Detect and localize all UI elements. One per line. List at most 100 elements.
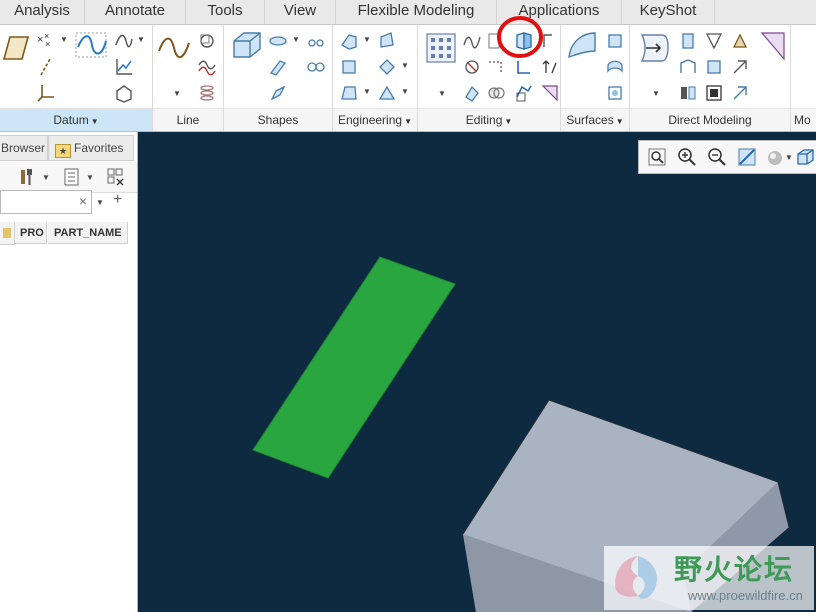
- revolve-icon[interactable]: [268, 31, 288, 51]
- remove-icon[interactable]: [704, 57, 724, 77]
- toolkit-icon[interactable]: [540, 83, 560, 103]
- modify-analytic-icon[interactable]: [704, 31, 724, 51]
- model-scene[interactable]: [138, 132, 816, 612]
- settings-tools-icon[interactable]: [18, 167, 38, 187]
- chevron-down-icon[interactable]: ▼: [401, 87, 409, 96]
- swept-blend-icon[interactable]: [268, 57, 288, 77]
- chevron-down-icon[interactable]: ▼: [137, 35, 145, 44]
- watermark-url: www.proewildfire.cn: [688, 588, 803, 603]
- tab-browser[interactable]: Browser: [0, 135, 48, 161]
- chevron-down-icon[interactable]: ▼: [42, 173, 50, 182]
- sinusoid-curve-icon[interactable]: [157, 31, 191, 65]
- style-icon[interactable]: [605, 83, 625, 103]
- extrude-icon[interactable]: [230, 29, 264, 63]
- refit-icon[interactable]: [647, 147, 667, 167]
- column-header-pro[interactable]: PRO: [15, 222, 47, 244]
- spring-icon[interactable]: [197, 83, 217, 103]
- round-icon[interactable]: [377, 31, 397, 51]
- group-label-line[interactable]: Line: [153, 108, 223, 131]
- edit-chamfer-icon[interactable]: [730, 57, 750, 77]
- flame-logo-icon: [615, 556, 658, 599]
- group-label-datum[interactable]: Datum ▼: [0, 108, 152, 131]
- pattern-recognition-icon[interactable]: [704, 83, 724, 103]
- chevron-down-icon[interactable]: ▼: [86, 173, 94, 182]
- pattern-icon[interactable]: [424, 31, 458, 65]
- sketch-icon[interactable]: [74, 29, 108, 63]
- datum-plane-icon[interactable]: [0, 31, 30, 65]
- clear-search-icon[interactable]: ×: [79, 193, 87, 209]
- group-label-surfaces[interactable]: Surfaces ▼: [561, 108, 629, 131]
- mirror-geometry-icon[interactable]: [678, 83, 698, 103]
- group-direct-modeling: ▼ Direct Modeling: [630, 25, 791, 131]
- datum-point-icon[interactable]: × ××: [36, 31, 56, 51]
- sweep-icon[interactable]: [306, 31, 326, 51]
- saved-orientations-icon[interactable]: [795, 147, 815, 167]
- group-engineering: ▼ ▼ ▼ ▼ Engineering ▼: [333, 25, 418, 131]
- attach-icon[interactable]: [730, 83, 750, 103]
- group-label-truncated[interactable]: Mo: [791, 108, 816, 131]
- graphics-viewport[interactable]: [138, 132, 816, 612]
- add-filter-icon[interactable]: +: [113, 191, 122, 209]
- graph-icon[interactable]: [114, 57, 134, 77]
- group-surfaces: Surfaces ▼: [561, 25, 630, 131]
- group-label-editing[interactable]: Editing ▼: [418, 108, 560, 131]
- freestyle-icon[interactable]: [605, 57, 625, 77]
- circle-tangent-icon[interactable]: [197, 31, 217, 51]
- tree-filter-icon[interactable]: [62, 167, 82, 187]
- group-label-engineering[interactable]: Engineering ▼: [333, 108, 417, 131]
- helical-sweep-icon[interactable]: [306, 57, 326, 77]
- datum-axis-icon[interactable]: [36, 57, 56, 77]
- rib-icon[interactable]: [377, 83, 397, 103]
- tab-view[interactable]: View: [265, 0, 336, 24]
- mirror-icon[interactable]: [462, 31, 482, 51]
- chevron-down-icon[interactable]: ▼: [173, 89, 181, 98]
- flexible-move-icon[interactable]: [636, 31, 670, 65]
- search-input[interactable]: ×: [0, 190, 92, 214]
- draft-icon[interactable]: [339, 83, 359, 103]
- merge-icon[interactable]: [462, 83, 482, 103]
- group-label-shapes[interactable]: Shapes: [224, 108, 332, 131]
- tab-tools[interactable]: Tools: [186, 0, 265, 24]
- star-folder-icon: ★: [55, 144, 71, 158]
- tab-keyshot[interactable]: KeyShot: [622, 0, 715, 24]
- group-label-direct-modeling[interactable]: Direct Modeling: [630, 108, 790, 131]
- tab-flexible-modeling[interactable]: Flexible Modeling: [336, 0, 497, 24]
- offset-icon[interactable]: [462, 57, 482, 77]
- tab-favorites[interactable]: ★ Favorites: [48, 135, 134, 161]
- connect-icon[interactable]: [760, 31, 786, 61]
- zoom-out-icon[interactable]: [707, 147, 727, 167]
- tab-annotate[interactable]: Annotate: [85, 0, 186, 24]
- edit-round-icon[interactable]: [678, 57, 698, 77]
- wrap-icon[interactable]: [514, 83, 534, 103]
- chevron-down-icon[interactable]: ▼: [60, 35, 68, 44]
- chevron-down-icon[interactable]: ▼: [292, 35, 300, 44]
- chamfer-icon[interactable]: [377, 57, 397, 77]
- chevron-down-icon[interactable]: ▼: [96, 198, 104, 207]
- shell-icon[interactable]: [339, 57, 359, 77]
- offset-geometry-icon[interactable]: [678, 31, 698, 51]
- column-header-part-name[interactable]: PART_NAME: [48, 222, 128, 244]
- datum-analysis-icon[interactable]: [114, 83, 134, 103]
- chevron-down-icon[interactable]: ▼: [401, 61, 409, 70]
- substitute-icon[interactable]: [730, 31, 750, 51]
- tab-analysis[interactable]: Analysis: [0, 0, 85, 24]
- boundary-blend-icon[interactable]: [565, 29, 599, 63]
- chevron-down-icon[interactable]: ▼: [652, 89, 660, 98]
- fill-icon[interactable]: [605, 31, 625, 51]
- repaint-icon[interactable]: [737, 147, 757, 167]
- chevron-down-icon[interactable]: ▼: [363, 35, 371, 44]
- intersect-icon[interactable]: [486, 83, 506, 103]
- zoom-in-icon[interactable]: [677, 147, 697, 167]
- show-columns-icon[interactable]: [106, 167, 126, 187]
- hole-icon[interactable]: [339, 31, 359, 51]
- curve-icon[interactable]: [114, 31, 134, 51]
- chevron-down-icon[interactable]: ▼: [785, 153, 793, 162]
- blend-icon[interactable]: [268, 83, 288, 103]
- ribbon-tab-bar: Analysis Annotate Tools View Flexible Mo…: [0, 0, 816, 25]
- display-style-icon[interactable]: [765, 147, 785, 167]
- wave-icon[interactable]: [197, 57, 217, 77]
- coordinate-system-icon[interactable]: [36, 83, 56, 103]
- chevron-down-icon[interactable]: ▼: [438, 89, 446, 98]
- chevron-down-icon[interactable]: ▼: [363, 87, 371, 96]
- green-surface[interactable]: [252, 256, 456, 479]
